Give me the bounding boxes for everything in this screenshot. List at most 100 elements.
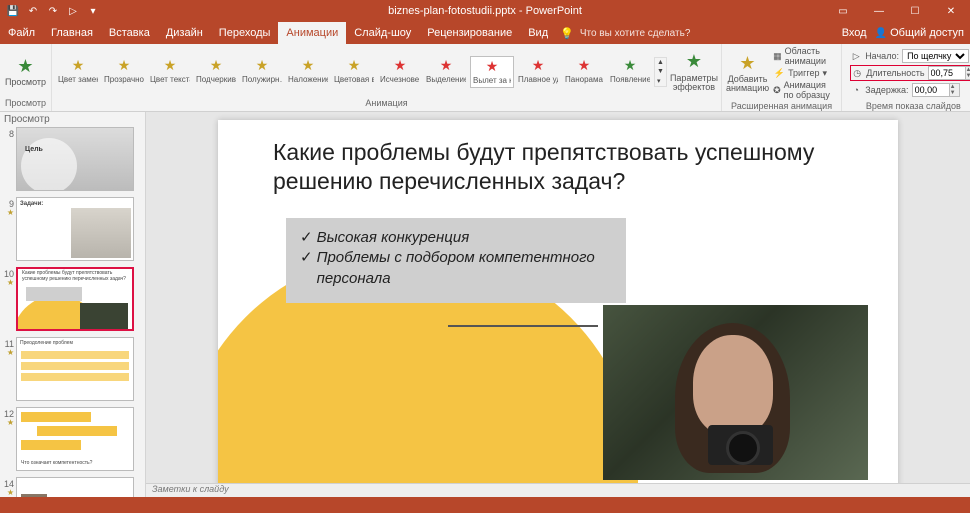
tab-view[interactable]: Вид bbox=[520, 22, 556, 44]
tab-slideshow[interactable]: Слайд-шоу bbox=[346, 22, 419, 44]
clock-icon: ◷ bbox=[851, 68, 863, 79]
qat-redo[interactable]: ↷ bbox=[44, 2, 62, 20]
effect-options-button[interactable]: ★ Параметры эффектов bbox=[671, 47, 717, 97]
animation-pane-button[interactable]: ▦Область анимации bbox=[773, 48, 833, 64]
effect-label: Полужирн… bbox=[242, 76, 282, 84]
star-icon: ★ bbox=[392, 58, 408, 74]
slide-thumbnail-12[interactable]: Что означает компетентность? bbox=[16, 407, 134, 471]
delay-icon: ◔ bbox=[850, 85, 862, 95]
animation-effect-item[interactable]: ★ Вылет за кр… bbox=[470, 56, 514, 88]
animation-effect-item[interactable]: ★ Исчезнове… bbox=[378, 56, 422, 88]
star-preview-icon: ★ bbox=[16, 56, 36, 76]
animation-indicator-icon: ★ bbox=[2, 489, 14, 497]
star-icon: ★ bbox=[530, 58, 546, 74]
effect-label: Цвет текста bbox=[150, 76, 190, 84]
checkmark-icon: ✓ bbox=[300, 248, 313, 289]
animation-effect-item[interactable]: ★ Плавное уд… bbox=[516, 56, 560, 88]
signin-link[interactable]: Вход bbox=[842, 27, 867, 39]
effect-label: Плавное уд… bbox=[518, 76, 558, 84]
slide-canvas[interactable]: Какие проблемы будут препятствовать успе… bbox=[218, 120, 898, 483]
effect-label: Выделение bbox=[426, 76, 466, 84]
qat-save[interactable]: 💾 bbox=[4, 2, 22, 20]
animation-start-select[interactable]: По щелчку bbox=[902, 49, 969, 63]
slide-thumbnail-10[interactable]: Какие проблемы будут препятствовать успе… bbox=[16, 267, 134, 331]
tab-home[interactable]: Главная bbox=[43, 22, 101, 44]
animation-effect-item[interactable]: ★ Выделение bbox=[424, 56, 468, 88]
delay-label: Задержка: bbox=[865, 85, 908, 95]
star-icon: ★ bbox=[438, 58, 454, 74]
effect-label: Прозрачно… bbox=[104, 76, 144, 84]
slide-thumbnail-9[interactable]: Задачи: bbox=[16, 197, 134, 261]
tab-design[interactable]: Дизайн bbox=[158, 22, 211, 44]
effect-label: Появление bbox=[610, 76, 650, 84]
qat-undo[interactable]: ↶ bbox=[24, 2, 42, 20]
tab-review[interactable]: Рецензирование bbox=[419, 22, 520, 44]
gallery-scroll-up[interactable]: ▲ bbox=[655, 58, 666, 67]
animation-effect-item[interactable]: ★Наложение bbox=[286, 56, 330, 88]
animation-effect-item[interactable]: ★Панорама bbox=[562, 56, 606, 88]
animation-effect-item[interactable]: ★ Появление bbox=[608, 56, 652, 88]
duration-spinner[interactable]: ▲▼ bbox=[965, 67, 970, 79]
delay-spinner[interactable]: ▲▼ bbox=[949, 84, 959, 96]
animation-effect-item[interactable]: ★Цвет текста bbox=[148, 56, 192, 88]
tab-transitions[interactable]: Переходы bbox=[211, 22, 279, 44]
group-timing-label: Время показа слайдов bbox=[846, 100, 970, 112]
slide-thumbnail-14[interactable] bbox=[16, 477, 134, 497]
slide-title[interactable]: Какие проблемы будут препятствовать успе… bbox=[273, 138, 858, 196]
window-minimize[interactable]: — bbox=[864, 1, 894, 21]
notes-placeholder[interactable]: Заметки к слайду bbox=[146, 483, 970, 497]
star-icon: ★ bbox=[622, 58, 638, 74]
effect-label: Наложение bbox=[288, 76, 328, 84]
tab-animations[interactable]: Анимации bbox=[278, 22, 346, 44]
slide-thumbnail-8[interactable]: Цель bbox=[16, 127, 134, 191]
animation-indicator-icon: ★ bbox=[2, 419, 14, 427]
effect-label: Исчезнове… bbox=[380, 76, 420, 84]
bullets-textbox[interactable]: ✓Высокая конкуренция ✓Проблемы с подборо… bbox=[286, 218, 626, 303]
window-close[interactable]: ✕ bbox=[936, 1, 966, 21]
painter-icon: ✪ bbox=[773, 85, 781, 96]
animation-effect-item[interactable]: ★ Полужирн… bbox=[240, 56, 284, 88]
star-icon: ★ bbox=[254, 58, 270, 74]
star-icon: ★ bbox=[208, 58, 224, 74]
qat-slideshow[interactable]: ▷ bbox=[64, 2, 82, 20]
trigger-button[interactable]: ⚡Триггер ▾ bbox=[773, 65, 833, 81]
window-maximize[interactable]: ☐ bbox=[900, 1, 930, 21]
document-title: biznes-plan-fotostudii.pptx - PowerPoint bbox=[388, 5, 582, 17]
play-icon: ▷ bbox=[850, 51, 862, 62]
animation-effect-item[interactable]: ★Прозрачно… bbox=[102, 56, 146, 88]
tab-file[interactable]: Файл bbox=[0, 22, 43, 44]
animation-effect-item[interactable]: ★Цветовая в… bbox=[332, 56, 376, 88]
animation-effect-item[interactable]: ★ Цвет замен… bbox=[56, 56, 100, 88]
status-bar bbox=[0, 497, 970, 513]
animation-effect-item[interactable]: ★Подчеркив… bbox=[194, 56, 238, 88]
animation-painter-button[interactable]: ✪Анимация по образцу bbox=[773, 82, 833, 98]
add-animation-button[interactable]: ★ Добавить анимацию bbox=[726, 48, 769, 98]
ribbon-options-icon[interactable]: ▭ bbox=[828, 1, 858, 21]
underline-shape[interactable] bbox=[448, 325, 598, 327]
delay-input[interactable] bbox=[913, 84, 949, 96]
start-label: Начало: bbox=[865, 51, 899, 61]
pane-icon: ▦ bbox=[773, 51, 782, 62]
star-icon: ★ bbox=[484, 59, 500, 75]
tell-me-search[interactable]: Что вы хотите сделать? bbox=[580, 28, 691, 39]
gallery-expand[interactable]: ▾ bbox=[655, 76, 666, 86]
group-animation-label: Анимация bbox=[56, 97, 717, 109]
gallery-scroll-down[interactable]: ▼ bbox=[655, 67, 666, 76]
tab-insert[interactable]: Вставка bbox=[101, 22, 158, 44]
slide-thumbnail-11[interactable]: Преодоление проблем bbox=[16, 337, 134, 401]
qat-more[interactable]: ▾ bbox=[84, 2, 102, 20]
share-button[interactable]: 👤 Общий доступ bbox=[875, 27, 964, 39]
star-icon: ★ bbox=[576, 58, 592, 74]
add-animation-icon: ★ bbox=[738, 53, 758, 73]
effect-label: Цвет замен… bbox=[58, 76, 98, 84]
slide-number: 8 bbox=[9, 129, 14, 139]
group-preview-label: Просмотр bbox=[4, 97, 47, 109]
effect-label: Вылет за кр… bbox=[473, 77, 511, 85]
preview-animation-button[interactable]: ★ Просмотр bbox=[4, 47, 47, 97]
duration-input[interactable] bbox=[929, 67, 965, 79]
thumbnails-header: Просмотр bbox=[0, 112, 145, 127]
duration-label: Длительность bbox=[866, 68, 924, 78]
slide-photo[interactable] bbox=[603, 305, 868, 480]
effect-options-icon: ★ bbox=[684, 52, 704, 72]
star-icon: ★ bbox=[70, 58, 86, 74]
